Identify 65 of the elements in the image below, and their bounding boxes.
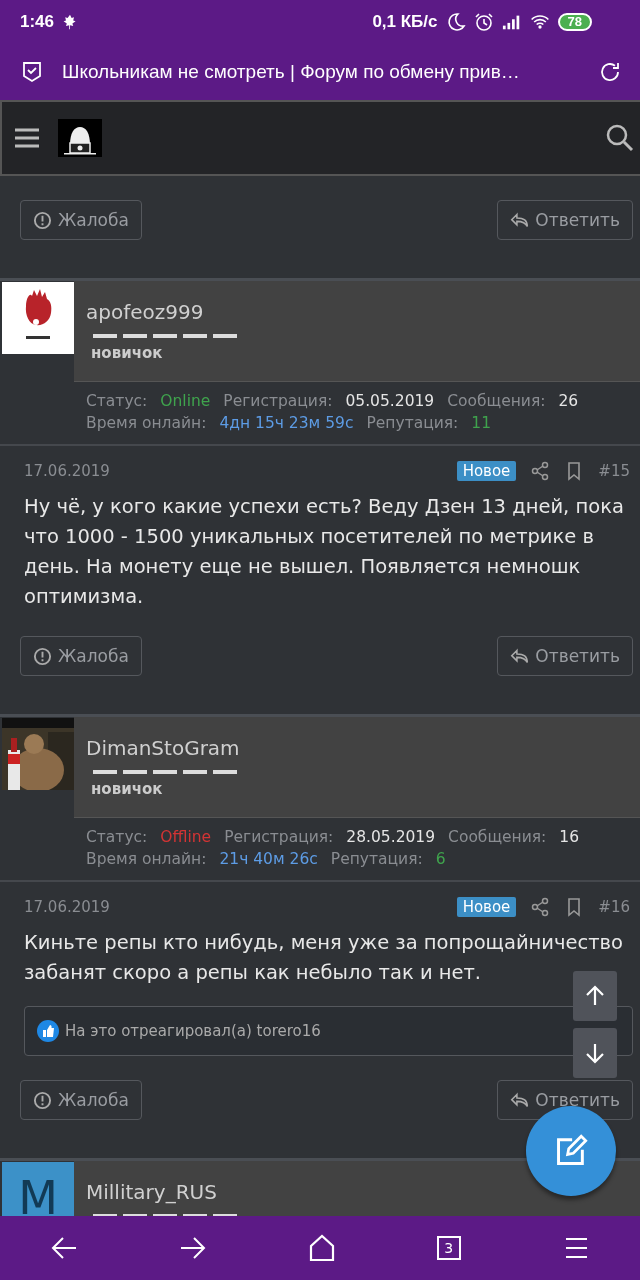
network-speed: 0,1 КБ/с [372, 12, 438, 32]
search-icon[interactable] [606, 124, 634, 152]
shield-icon[interactable] [20, 60, 44, 84]
new-badge: Новое [456, 897, 517, 917]
edit-icon [554, 1134, 588, 1168]
hooded-figure-logo[interactable] [58, 119, 102, 157]
home-icon[interactable] [308, 1234, 336, 1262]
post-number[interactable]: #15 [598, 462, 630, 480]
reply-icon [510, 210, 530, 230]
share-icon[interactable] [530, 461, 551, 481]
reply-button[interactable]: Ответить [497, 200, 633, 240]
warning-icon [33, 210, 52, 230]
reaction-text[interactable]: На это отреагировал(а) torero16 [65, 1022, 321, 1040]
status-value: Offline [160, 827, 212, 848]
alarm-icon [473, 12, 494, 32]
stat-label: Регистрация: [223, 391, 333, 412]
stat-value: 6 [435, 849, 446, 870]
battery-indicator: 78 [557, 13, 592, 31]
scroll-up-button[interactable] [573, 971, 617, 1021]
stat-value: 21ч 40м 26с [219, 849, 318, 870]
menu-icon[interactable] [14, 127, 40, 149]
moon-icon [445, 12, 466, 32]
report-button[interactable]: Жалоба [20, 200, 142, 240]
stat-label: Репутация: [330, 849, 423, 870]
stat-label: Время онлайн: [86, 413, 207, 434]
status-value: Online [160, 391, 211, 412]
stat-label: Статус: [86, 391, 148, 412]
stat-value: 26 [558, 391, 579, 412]
stat-value: 28.05.2019 [346, 827, 436, 848]
warning-icon [33, 646, 52, 666]
stat-value: 11 [471, 413, 492, 434]
username[interactable]: apofeoz999 [86, 300, 204, 324]
share-icon[interactable] [530, 897, 551, 917]
warning-icon [33, 1090, 52, 1110]
username[interactable]: DimanStoGram [86, 736, 240, 760]
post-date[interactable]: 17.06.2019 [24, 898, 110, 916]
thumbs-up-icon [37, 1020, 59, 1042]
stat-label: Репутация: [366, 413, 459, 434]
scroll-down-button[interactable] [573, 1028, 617, 1078]
report-button[interactable]: Жалоба [20, 1080, 142, 1120]
user-rank: новичок [91, 344, 163, 362]
stat-value: 05.05.2019 [345, 391, 435, 412]
stat-value: 16 [559, 827, 580, 848]
user-avatar[interactable]: M [2, 1162, 74, 1216]
username[interactable]: Millitary_RUS [86, 1180, 217, 1204]
stat-label: Статус: [86, 827, 148, 848]
stat-label: Регистрация: [224, 827, 334, 848]
stat-label: Сообщения: [448, 827, 547, 848]
post-text: Ну чё, у кого какие успехи есть? Веду Дзен 13 дней, пока что 1000 - 1500 уникальных посетителей по метрике в день. На монету еще не вышел. Появляется немношк оптимизма. [24, 494, 625, 610]
post-number[interactable]: #16 [598, 898, 630, 916]
stat-label: Время онлайн: [86, 849, 207, 870]
stat-label: Сообщения: [447, 391, 546, 412]
new-badge: Новое [456, 461, 517, 481]
user-rank: новичок [91, 780, 163, 798]
arrow-down-icon [583, 1041, 607, 1065]
post-date[interactable]: 17.06.2019 [24, 462, 110, 480]
post-text: Киньте репы кто нибудь, меня уже за попрощайничество забанят скоро а репы как небыло так и нет. [24, 930, 625, 986]
reply-button[interactable]: Ответить [497, 636, 633, 676]
reload-icon[interactable] [598, 60, 622, 84]
stat-value: 4дн 15ч 23м 59с [219, 413, 354, 434]
reply-icon [510, 1090, 530, 1110]
clock: 1:46 [20, 12, 55, 32]
reply-icon [510, 646, 530, 666]
report-button[interactable]: Жалоба [20, 636, 142, 676]
tabs-button[interactable]: 3 [436, 1236, 461, 1260]
